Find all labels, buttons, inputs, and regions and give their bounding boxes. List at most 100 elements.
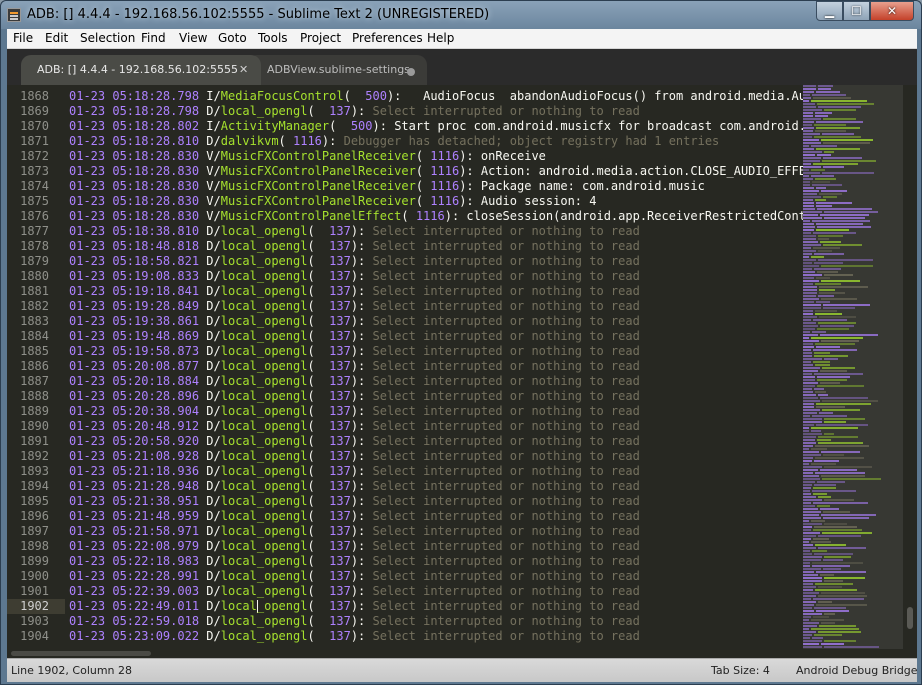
log-line[interactable]: 1888 01-23 05:20:28.896 D/local_opengl( 1… xyxy=(7,389,807,404)
menu-tools[interactable]: Tools xyxy=(258,31,288,45)
menu-goto[interactable]: Goto xyxy=(218,31,247,45)
minimap-line xyxy=(803,220,903,222)
line-number: 1890 xyxy=(20,419,49,433)
log-line[interactable]: 1893 01-23 05:21:18.936 D/local_opengl( 1… xyxy=(7,464,807,479)
minimap-line xyxy=(803,421,903,423)
log-pid: 137 xyxy=(329,554,351,568)
log-paren-close: ): xyxy=(350,404,373,418)
log-line[interactable]: 1875 01-23 05:18:28.830 V/MusicFXControlP… xyxy=(7,194,807,209)
log-line[interactable]: 1877 01-23 05:18:38.810 D/local_opengl( 1… xyxy=(7,224,807,239)
log-line[interactable]: 1896 01-23 05:21:48.959 D/local_opengl( 1… xyxy=(7,509,807,524)
log-line[interactable]: 1869 01-23 05:18:28.798 D/local_opengl( 1… xyxy=(7,104,807,119)
minimap-line xyxy=(803,346,903,348)
unsaved-dot-icon[interactable] xyxy=(407,68,415,76)
log-line[interactable]: 1874 01-23 05:18:28.830 V/MusicFXControlP… xyxy=(7,179,807,194)
log-message: Select interrupted or nothing to read xyxy=(372,104,640,118)
minimap-line xyxy=(803,223,903,225)
log-line[interactable]: 1868 01-23 05:18:28.798 I/MediaFocusContr… xyxy=(7,89,835,104)
log-paren-open: ( xyxy=(307,104,330,118)
minimap-line xyxy=(803,340,903,342)
horizontal-scrollbar[interactable] xyxy=(7,649,917,658)
log-line[interactable]: 1879 01-23 05:18:58.821 D/local_opengl( 1… xyxy=(7,254,807,269)
line-number: 1897 xyxy=(20,524,49,538)
minimap[interactable] xyxy=(803,85,903,658)
menu-project[interactable]: Project xyxy=(300,31,341,45)
log-line[interactable]: 1890 01-23 05:20:48.912 D/local_opengl( 1… xyxy=(7,419,807,434)
minimap-line xyxy=(803,91,903,93)
menu-selection[interactable]: Selection xyxy=(80,31,135,45)
log-message: Select interrupted or nothing to read xyxy=(372,539,640,553)
log-paren-close: ): xyxy=(350,344,373,358)
log-timestamp: 01-23 05:18:28.798 xyxy=(69,89,200,103)
tab-adbview-settings[interactable]: ADBView.sublime-settings xyxy=(247,55,427,85)
log-line[interactable]: 1898 01-23 05:22:08.979 D/local_opengl( 1… xyxy=(7,539,807,554)
syntax-indicator[interactable]: Android Debug Bridge xyxy=(796,664,918,677)
tab-close-icon[interactable]: ✕ xyxy=(239,63,248,76)
log-line[interactable]: 1883 01-23 05:19:38.861 D/local_opengl( 1… xyxy=(7,314,807,329)
vertical-scrollbar[interactable] xyxy=(903,85,917,658)
log-line[interactable]: 1871 01-23 05:18:28.810 D/dalvikvm( 1116)… xyxy=(7,134,807,149)
log-line[interactable]: 1904 01-23 05:23:09.022 D/local_opengl( 1… xyxy=(7,629,807,644)
log-line[interactable]: 1902 01-23 05:22:49.011 D/local_opengl( 1… xyxy=(7,599,807,614)
minimap-line xyxy=(803,148,903,150)
menu-edit[interactable]: Edit xyxy=(45,31,68,45)
minimize-button[interactable]: ▁ xyxy=(816,1,843,21)
log-timestamp: 01-23 05:20:48.912 xyxy=(69,419,200,433)
log-line[interactable]: 1872 01-23 05:18:28.830 V/MusicFXControlP… xyxy=(7,149,807,164)
line-number: 1893 xyxy=(20,464,49,478)
log-line[interactable]: 1887 01-23 05:20:18.884 D/local_opengl( 1… xyxy=(7,374,807,389)
menu-file[interactable]: File xyxy=(13,31,33,45)
log-separator: / xyxy=(213,194,221,208)
minimap-line xyxy=(803,541,903,543)
minimap-line xyxy=(803,157,903,159)
editor-pane[interactable]: 1868 01-23 05:18:28.798 I/MediaFocusContr… xyxy=(7,85,917,658)
log-line[interactable]: 1899 01-23 05:22:18.983 D/local_opengl( 1… xyxy=(7,554,807,569)
minimap-line xyxy=(803,247,903,249)
menu-help[interactable]: Help xyxy=(427,31,454,45)
close-button[interactable]: ✕ xyxy=(870,1,914,21)
menu-preferences[interactable]: Preferences xyxy=(352,31,423,45)
log-line[interactable]: 1870 01-23 05:18:28.802 I/ActivityManager… xyxy=(7,119,835,134)
code-lines[interactable]: 1868 01-23 05:18:28.798 I/MediaFocusContr… xyxy=(7,89,835,644)
minimap-line xyxy=(803,601,903,603)
log-line[interactable]: 1873 01-23 05:18:28.830 V/MusicFXControlP… xyxy=(7,164,828,179)
log-line[interactable]: 1891 01-23 05:20:58.920 D/local_opengl( 1… xyxy=(7,434,807,449)
maximize-button[interactable]: ☐ xyxy=(843,1,870,21)
log-entry: 01-23 05:18:28.830 V/MusicFXControlPanel… xyxy=(69,149,546,164)
log-line[interactable]: 1882 01-23 05:19:28.849 D/local_opengl( 1… xyxy=(7,299,807,314)
log-level: D xyxy=(206,419,214,433)
log-line[interactable]: 1878 01-23 05:18:48.818 D/local_opengl( 1… xyxy=(7,239,807,254)
tab-adb-log[interactable]: ADB: [] 4.4.4 - 192.168.56.102:5555 ✕ xyxy=(21,55,261,85)
log-line[interactable]: 1892 01-23 05:21:08.928 D/local_opengl( 1… xyxy=(7,449,807,464)
menu-find[interactable]: Find xyxy=(141,31,166,45)
horizontal-scroll-thumb[interactable] xyxy=(11,651,151,656)
log-line[interactable]: 1880 01-23 05:19:08.833 D/local_opengl( 1… xyxy=(7,269,807,284)
log-message: Select interrupted or nothing to read xyxy=(372,299,640,313)
log-line[interactable]: 1886 01-23 05:20:08.877 D/local_opengl( 1… xyxy=(7,359,807,374)
status-bar: Line 1902, Column 28 Tab Size: 4 Android… xyxy=(7,658,918,682)
title-bar[interactable]: ADB: [] 4.4.4 - 192.168.56.102:5555 - Su… xyxy=(1,1,921,29)
log-level: D xyxy=(206,464,214,478)
log-line[interactable]: 1897 01-23 05:21:58.971 D/local_opengl( 1… xyxy=(7,524,807,539)
log-pid: 1116 xyxy=(430,164,460,178)
tab-size-indicator[interactable]: Tab Size: 4 xyxy=(711,664,770,677)
log-line[interactable]: 1894 01-23 05:21:28.948 D/local_opengl( 1… xyxy=(7,479,807,494)
minimap-line xyxy=(803,553,903,555)
log-line[interactable]: 1901 01-23 05:22:39.003 D/local_opengl( 1… xyxy=(7,584,807,599)
minimap-line xyxy=(803,418,903,420)
log-line[interactable]: 1889 01-23 05:20:38.904 D/local_opengl( 1… xyxy=(7,404,807,419)
log-line[interactable]: 1876 01-23 05:18:28.830 V/MusicFXControlP… xyxy=(7,209,828,224)
log-line[interactable]: 1895 01-23 05:21:38.951 D/local_opengl( 1… xyxy=(7,494,807,509)
minimap-line xyxy=(803,214,903,216)
log-line[interactable]: 1903 01-23 05:22:59.018 D/local_opengl( 1… xyxy=(7,614,807,629)
log-tag: local_opengl xyxy=(220,569,308,583)
log-line[interactable]: 1881 01-23 05:19:18.841 D/local_opengl( 1… xyxy=(7,284,807,299)
log-line[interactable]: 1884 01-23 05:19:48.869 D/local_opengl( 1… xyxy=(7,329,807,344)
vertical-scroll-thumb[interactable] xyxy=(907,607,913,629)
menu-view[interactable]: View xyxy=(179,31,207,45)
log-line[interactable]: 1885 01-23 05:19:58.873 D/local_opengl( 1… xyxy=(7,344,807,359)
minimap-line xyxy=(803,268,903,270)
log-line[interactable]: 1900 01-23 05:22:28.991 D/local_opengl( 1… xyxy=(7,569,807,584)
minimap-line xyxy=(803,124,903,126)
log-separator: / xyxy=(213,329,221,343)
